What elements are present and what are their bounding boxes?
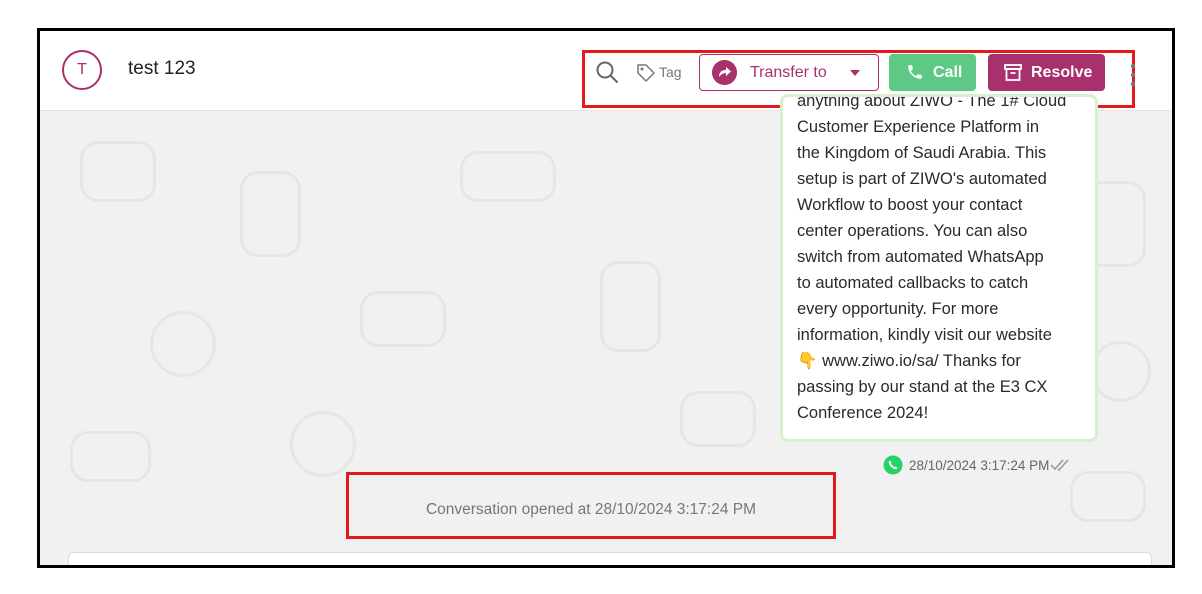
background-doodle [240, 171, 301, 257]
background-doodle [600, 261, 661, 352]
avatar[interactable]: T [62, 50, 102, 90]
background-doodle [290, 411, 356, 477]
double-check-icon [1050, 459, 1069, 472]
background-doodle [1070, 471, 1146, 522]
conversation-status: Conversation opened at 28/10/2024 3:17:2… [425, 501, 757, 518]
transfer-to-dropdown[interactable]: Transfer to [699, 54, 879, 91]
resolve-label: Resolve [1031, 64, 1093, 81]
background-doodle [680, 391, 756, 447]
more-vertical-icon[interactable] [1130, 63, 1136, 87]
background-doodle [150, 311, 216, 377]
chevron-down-icon [850, 70, 860, 76]
whatsapp-icon [883, 455, 903, 475]
transfer-icon [712, 60, 737, 85]
chat-window: T test 123 Tag Transfer to Call Resolve [37, 28, 1175, 568]
message-text: anything about ZIWO - The 1# Cloud Custo… [797, 94, 1067, 422]
tag-label[interactable]: Tag [659, 64, 682, 80]
archive-icon [1004, 64, 1022, 81]
conversation-status-highlight-box: Conversation opened at 28/10/2024 3:17:2… [346, 472, 836, 539]
message-timestamp: 28/10/2024 3:17:24 PM [909, 458, 1050, 473]
background-doodle [460, 151, 556, 202]
background-doodle [70, 431, 151, 482]
message-bubble: anything about ZIWO - The 1# Cloud Custo… [780, 94, 1098, 442]
call-label: Call [933, 64, 963, 81]
background-doodle [80, 141, 156, 202]
background-doodle [360, 291, 446, 347]
search-icon[interactable] [595, 60, 619, 84]
background-doodle [1090, 341, 1151, 402]
contact-name: test 123 [128, 58, 196, 79]
phone-icon [908, 65, 922, 79]
resolve-button[interactable]: Resolve [988, 54, 1105, 91]
transfer-to-label: Transfer to [750, 64, 827, 81]
tag-icon[interactable] [636, 63, 656, 83]
message-composer[interactable] [68, 552, 1152, 565]
call-button[interactable]: Call [889, 54, 976, 91]
